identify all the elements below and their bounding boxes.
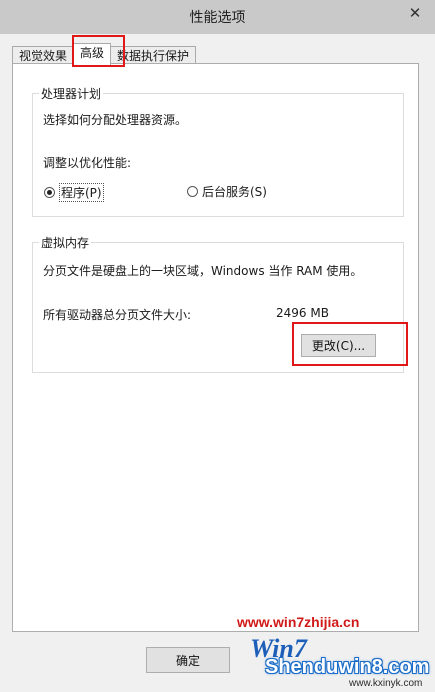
adjust-performance-label: 调整以优化性能:	[43, 156, 132, 170]
window-title: 性能选项	[189, 10, 246, 26]
title-bar[interactable]: 性能选项 ✕	[0, 0, 435, 34]
paging-file-total-label: 所有驱动器总分页文件大小:	[43, 308, 192, 322]
radio-background-services[interactable]: 后台服务(S)	[187, 183, 267, 200]
logo-text: Shenduwin8.com	[265, 656, 430, 678]
radio-background-services-label: 后台服务(S)	[202, 185, 267, 199]
logo-subtext: www.kxinyk.com	[349, 678, 423, 689]
radio-programs-indicator	[44, 187, 55, 198]
radio-programs[interactable]: 程序(P)	[44, 183, 104, 202]
radio-background-services-indicator	[187, 186, 198, 197]
ok-button[interactable]: 确定	[146, 647, 230, 673]
virtual-memory-title: 虚拟内存	[39, 234, 92, 251]
watermark-url: www.win7zhijia.cn	[237, 614, 360, 630]
virtual-memory-description: 分页文件是硬盘上的一块区域，Windows 当作 RAM 使用。	[43, 264, 363, 278]
site-logo: Win7 Shenduwin8.com www.kxinyk.com	[245, 634, 435, 692]
close-button[interactable]: ✕	[401, 2, 429, 24]
change-button-highlight-box	[292, 322, 408, 366]
radio-programs-label: 程序(P)	[59, 183, 104, 202]
tab-highlight-box	[72, 35, 125, 67]
processor-description: 选择如何分配处理器资源。	[43, 113, 188, 127]
processor-scheduling-group: 处理器计划 选择如何分配处理器资源。 调整以优化性能: 程序(P) 后台服务(S…	[32, 85, 404, 217]
performance-options-dialog: 性能选项 ✕ 视觉效果 高级 数据执行保护 处理器计划 选择如何分配处理器资源。…	[0, 0, 435, 692]
paging-file-total-value: 2496 MB	[276, 306, 329, 320]
processor-scheduling-title: 处理器计划	[39, 85, 104, 102]
